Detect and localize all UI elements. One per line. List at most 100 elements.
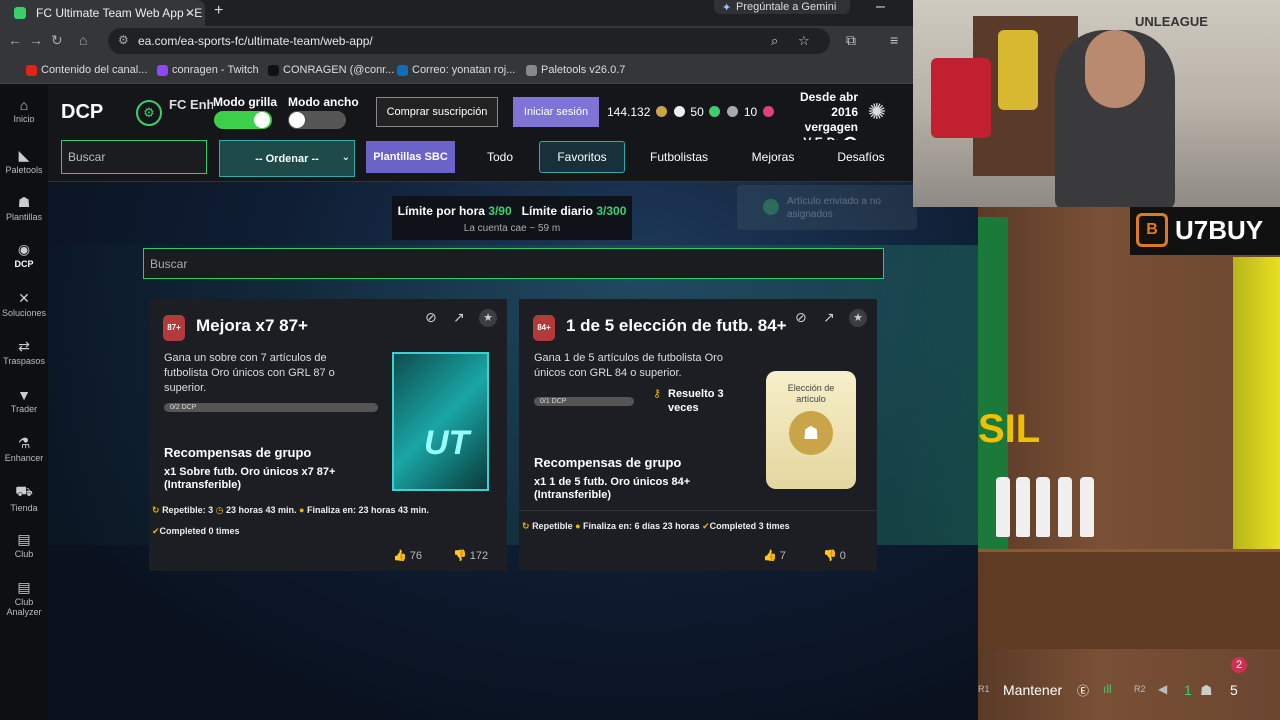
page-title: DCP bbox=[61, 101, 104, 123]
sbc-search-input[interactable]: Buscar bbox=[143, 248, 884, 279]
tab-close-icon[interactable]: ✕ bbox=[185, 6, 195, 20]
sidebar-item-trader[interactable]: ▼ Trader bbox=[0, 387, 48, 414]
sidebar-item-dcp[interactable]: ◉ DCP bbox=[0, 241, 48, 269]
filter-bar: Buscar -- Ordenar -- ⌄ Plantillas SBC Tod… bbox=[48, 140, 918, 182]
rewards-body: x1 Sobre futb. Oro únicos x7 87+ (Intran… bbox=[164, 466, 336, 491]
browser-addressbar: ← → ↻ ⌂ ⚙ ea.com/ea-sports-fc/ultimate-t… bbox=[0, 26, 915, 56]
coins-value: 144.132 bbox=[607, 105, 651, 119]
bottle bbox=[1058, 477, 1072, 537]
webcam-overlay: UNLEAGUE bbox=[913, 0, 1280, 207]
daily-limit-label: Límite diario bbox=[521, 204, 594, 218]
flask-icon: ⚗ bbox=[17, 435, 31, 451]
browser-tabbar: FC Ultimate Team Web App - E ✕ + ✦ Pregú… bbox=[0, 0, 915, 26]
search-page-icon[interactable]: ⌕ bbox=[771, 33, 778, 49]
hide-icon[interactable]: ⊘ bbox=[795, 309, 807, 326]
hourly-limit-label: Límite por hora bbox=[397, 204, 485, 218]
club-badge-icon[interactable]: ✺ bbox=[864, 99, 890, 125]
sidebar-item-tienda[interactable]: ⛟ Tienda bbox=[0, 483, 48, 513]
extensions-icon[interactable]: ⧉ bbox=[846, 32, 856, 49]
sidebar-item-inicio[interactable]: ⌂ Inicio bbox=[0, 97, 48, 124]
players-icon: ☗ bbox=[789, 411, 833, 455]
like-button[interactable]: 👍 7 bbox=[763, 549, 786, 562]
order-select[interactable]: -- Ordenar -- ⌄ bbox=[219, 140, 355, 177]
palette-icon: ◣ bbox=[18, 147, 30, 163]
gemini-icon: ✦ bbox=[722, 2, 732, 14]
bookmark-label: conragen - Twitch bbox=[172, 64, 259, 76]
share-icon[interactable]: ↗ bbox=[823, 309, 835, 326]
sponsor-banner: B U7BUY bbox=[1130, 207, 1280, 255]
chip-mejoras[interactable]: Mejoras bbox=[740, 141, 806, 173]
username: vergagen bbox=[804, 120, 858, 134]
chip-favoritos[interactable]: Favoritos bbox=[539, 141, 625, 173]
bookmark-favicon bbox=[26, 65, 37, 76]
chip-desafios[interactable]: Desafíos bbox=[827, 141, 895, 173]
site-info-icon[interactable]: ⚙ bbox=[118, 33, 129, 47]
new-tab-icon[interactable]: + bbox=[214, 2, 223, 20]
home-icon[interactable]: ⌂ bbox=[79, 32, 87, 48]
sidebar-item-club[interactable]: ▤ Club bbox=[0, 531, 48, 559]
bookmark-item[interactable]: Correo: yonatan roj... bbox=[397, 64, 515, 76]
sidebar-item-plantillas[interactable]: ☗ Plantillas bbox=[0, 194, 48, 222]
grid-mode-toggle[interactable] bbox=[214, 111, 272, 129]
users-icon: ☗ bbox=[17, 194, 31, 210]
pack-label: UT bbox=[424, 424, 470, 462]
browser-tab[interactable]: FC Ultimate Team Web App - E bbox=[0, 0, 205, 26]
shirt-icon: ▼ bbox=[17, 387, 31, 403]
game-hud: R1 Mantener Ⓔ ıll R2 ◀ 1 ☗ 5 bbox=[978, 680, 1280, 704]
card-meta: ↻ Repetible ● Finaliza en: 6 días 23 hor… bbox=[522, 521, 790, 531]
reload-icon[interactable]: ↻ bbox=[51, 32, 63, 49]
bookmark-item[interactable]: CONRAGEN (@conr... bbox=[268, 64, 394, 76]
home-icon: ⌂ bbox=[19, 97, 29, 113]
web-app-page: ⌂ Inicio ◣ Paletools ☗ Plantillas ◉ DCP ✕ Sol… bbox=[0, 85, 978, 720]
menu-icon[interactable]: ≡ bbox=[890, 32, 898, 48]
url-bar[interactable]: ⚙ ea.com/ea-sports-fc/ultimate-team/web-… bbox=[108, 28, 830, 54]
bookmark-favicon bbox=[157, 65, 168, 76]
chip-futbolistas[interactable]: Futbolistas bbox=[639, 141, 719, 173]
bookmark-item[interactable]: Contenido del canal... bbox=[26, 64, 147, 76]
window-minimize-icon[interactable]: – bbox=[876, 0, 885, 16]
chip-plantillas-sbc[interactable]: Plantillas SBC bbox=[366, 141, 455, 173]
dislike-button[interactable]: 👎 0 bbox=[823, 549, 846, 562]
favorite-star-icon[interactable]: ★ bbox=[849, 309, 867, 327]
wide-mode-toggle[interactable] bbox=[288, 111, 346, 129]
share-icon[interactable]: ↗ bbox=[453, 309, 465, 326]
r2-button-icon: R2 bbox=[1134, 684, 1146, 694]
sbc-card[interactable]: 84+ 1 de 5 elección de futb. 84+ ⊘ ↗ ★ G… bbox=[519, 299, 877, 571]
u7buy-logo-icon: B bbox=[1136, 213, 1168, 247]
game-view: SIL bbox=[978, 207, 1280, 720]
favorite-star-icon[interactable]: ★ bbox=[479, 309, 497, 327]
card-title: Mejora x7 87+ bbox=[196, 316, 308, 335]
search-input[interactable]: Buscar bbox=[61, 140, 207, 174]
sidebar-item-traspasos[interactable]: ⇄ Traspasos bbox=[0, 338, 48, 366]
sidebar-item-club-analyzer[interactable]: ▤ Club Analyzer bbox=[0, 579, 48, 617]
shield-icon bbox=[709, 106, 721, 117]
sidebar-item-paletools[interactable]: ◣ Paletools bbox=[0, 147, 48, 175]
gemini-button[interactable]: ✦ Pregúntale a Gemini bbox=[714, 0, 850, 14]
dislike-button[interactable]: 👎 172 bbox=[453, 549, 488, 562]
url-text: ea.com/ea-sports-fc/ultimate-team/web-ap… bbox=[138, 34, 373, 48]
bookmark-item[interactable]: conragen - Twitch bbox=[157, 64, 259, 76]
sbc-card[interactable]: 87+ Mejora x7 87+ ⊘ ↗ ★ Gana un sobre co… bbox=[149, 299, 507, 571]
rewards-body: x1 1 de 5 futb. Oro únicos 84+ (Intransf… bbox=[534, 476, 691, 501]
back-icon[interactable]: ← bbox=[8, 32, 22, 48]
bookmark-label: Correo: yonatan roj... bbox=[412, 64, 516, 76]
bookmark-item[interactable]: Paletools v26.0.7 bbox=[526, 64, 625, 76]
login-button[interactable]: Iniciar sesión bbox=[513, 97, 599, 127]
sidebar-item-label: Club bbox=[14, 549, 34, 559]
sidebar-item-soluciones[interactable]: ✕ Soluciones bbox=[0, 290, 48, 318]
chip-todo[interactable]: Todo bbox=[472, 141, 528, 173]
forward-icon[interactable]: → bbox=[29, 32, 43, 48]
sidebar-item-enhancer[interactable]: ⚗ Enhancer bbox=[0, 435, 48, 463]
toast-notification: Artículo enviado a no asignados bbox=[737, 185, 917, 230]
key-icon: ⚷ bbox=[653, 388, 662, 400]
like-button[interactable]: 👍 76 bbox=[393, 549, 422, 562]
wall-text: SIL bbox=[978, 407, 1041, 451]
signal-icon: ıll bbox=[1103, 682, 1112, 696]
hide-icon[interactable]: ⊘ bbox=[425, 309, 437, 326]
wide-mode-label: Modo ancho bbox=[288, 95, 359, 109]
currency-display: 144.132 50 10 bbox=[607, 105, 776, 119]
check-icon bbox=[763, 199, 779, 215]
bookmark-star-icon[interactable]: ☆ bbox=[798, 33, 810, 49]
thumbs-up-icon: 👍 bbox=[763, 550, 777, 562]
buy-subscription-button[interactable]: Comprar suscripción bbox=[376, 97, 498, 127]
